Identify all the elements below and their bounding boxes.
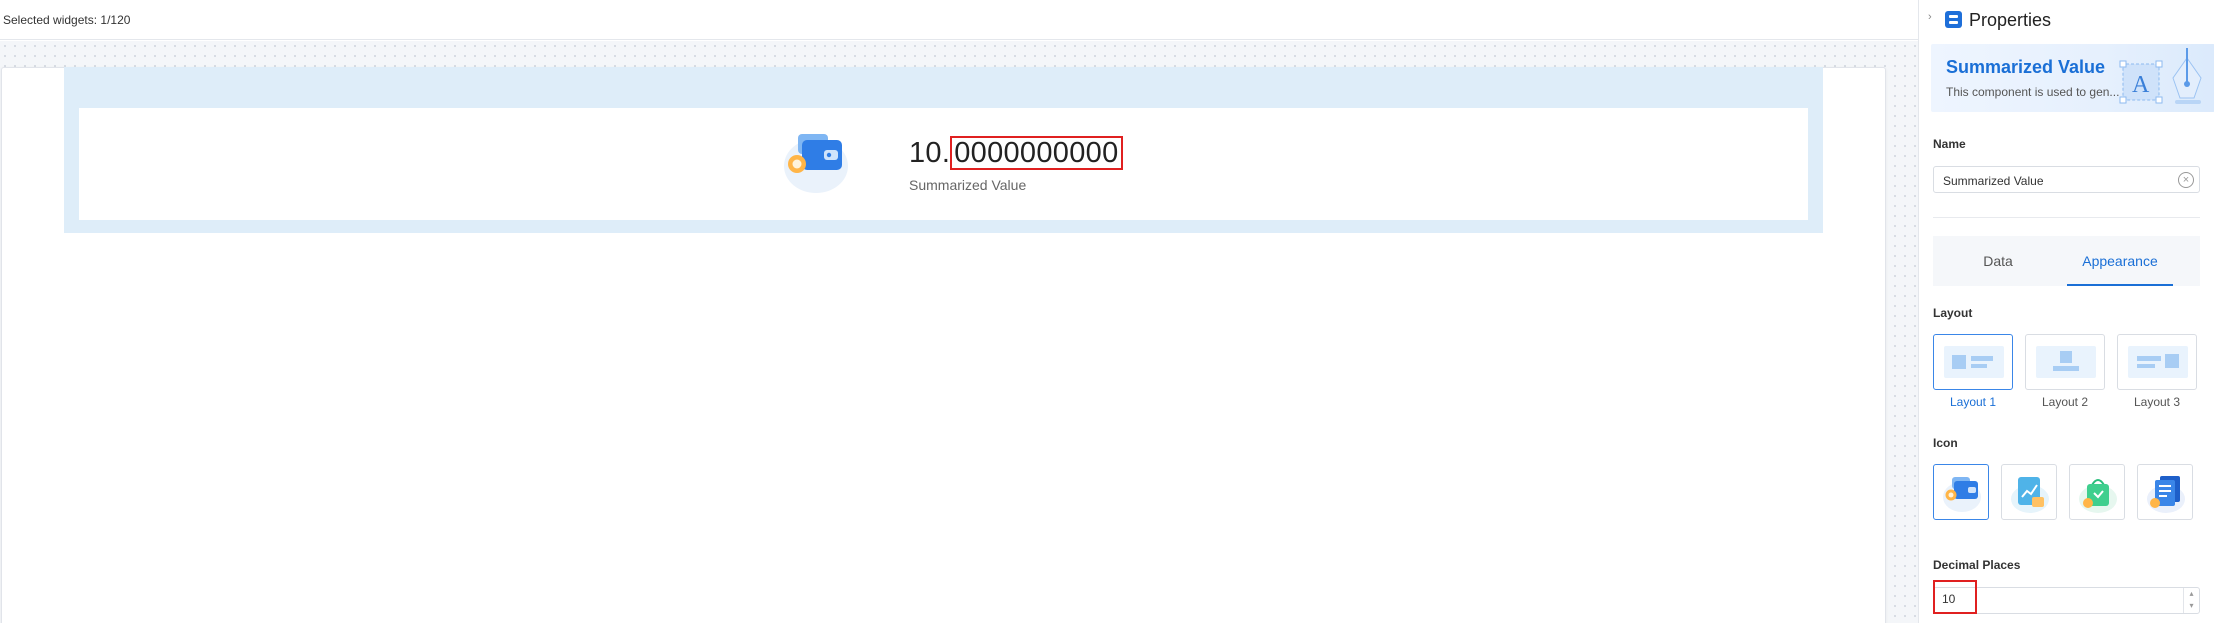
icon-option-bag[interactable]: [2069, 464, 2125, 520]
value-integer-part: 10.: [909, 137, 951, 169]
value-decimal-part-highlighted: 0000000000: [950, 136, 1123, 170]
component-title: Summarized Value: [1946, 57, 2106, 77]
active-tab-underline: [2067, 284, 2173, 286]
layout-1-caption: Layout 1: [1949, 395, 1997, 409]
properties-title: Properties: [1969, 10, 2052, 30]
tab-appearance[interactable]: Appearance: [2067, 236, 2173, 286]
svg-text:A: A: [2132, 72, 2150, 98]
text-pen-illustration-icon: A: [2119, 48, 2202, 104]
app-root: Selected widgets: 1/120 10. 0000000000 Su…: [0, 0, 2214, 623]
chart-document-icon: [2011, 477, 2049, 513]
report-document-icon: [2147, 476, 2185, 513]
clear-icon[interactable]: ×: [2178, 172, 2194, 188]
layout-option-1[interactable]: [1933, 334, 2013, 390]
tab-data[interactable]: Data: [1973, 236, 2023, 286]
summarized-value-label: Summarized Value: [909, 177, 1027, 193]
selected-widgets-count: Selected widgets: 1/120: [3, 13, 131, 27]
icon-option-chart[interactable]: [2001, 464, 2057, 520]
name-field[interactable]: Summarized Value ×: [1933, 166, 2200, 193]
decimal-places-label: Decimal Places: [1933, 558, 2021, 572]
decimal-places-highlight[interactable]: 10: [1933, 580, 1977, 614]
layout-3-caption: Layout 3: [2133, 395, 2181, 409]
stepper-arrows-icon[interactable]: ▴ ▾: [2183, 588, 2199, 613]
properties-header: › Properties: [1919, 0, 2214, 40]
wallet-coin-icon: [784, 134, 848, 193]
icon-option-report[interactable]: [2137, 464, 2193, 520]
properties-tabs: Data Appearance: [1933, 236, 2200, 286]
layout-1-preview-icon: [1944, 346, 2004, 378]
icon-label: Icon: [1933, 436, 1958, 450]
component-banner: Summarized Value This component is used …: [1931, 44, 2214, 112]
canvas-toolbar: Selected widgets: 1/120: [0, 0, 1918, 40]
layout-2-preview-icon: [2036, 346, 2096, 378]
properties-icon: [1945, 11, 1962, 28]
shopping-bag-icon: [2079, 479, 2117, 513]
summarized-value-number: 10. 0000000000: [909, 136, 1123, 170]
component-description: This component is used to gen...: [1946, 85, 2120, 99]
section-divider: [1933, 217, 2200, 218]
layout-3-preview-icon: [2128, 346, 2188, 378]
wallet-coin-icon: [1943, 477, 1981, 512]
layout-2-caption: Layout 2: [2041, 395, 2089, 409]
icon-option-wallet[interactable]: [1933, 464, 1989, 520]
decimal-places-value: 10: [1942, 592, 1956, 606]
name-label: Name: [1933, 137, 1966, 151]
name-field-value: Summarized Value: [1943, 174, 2044, 188]
layout-label: Layout: [1933, 306, 1973, 320]
collapse-chevron-icon[interactable]: ›: [1928, 11, 1932, 23]
layout-option-2[interactable]: [2025, 334, 2105, 390]
layout-option-3[interactable]: [2117, 334, 2197, 390]
